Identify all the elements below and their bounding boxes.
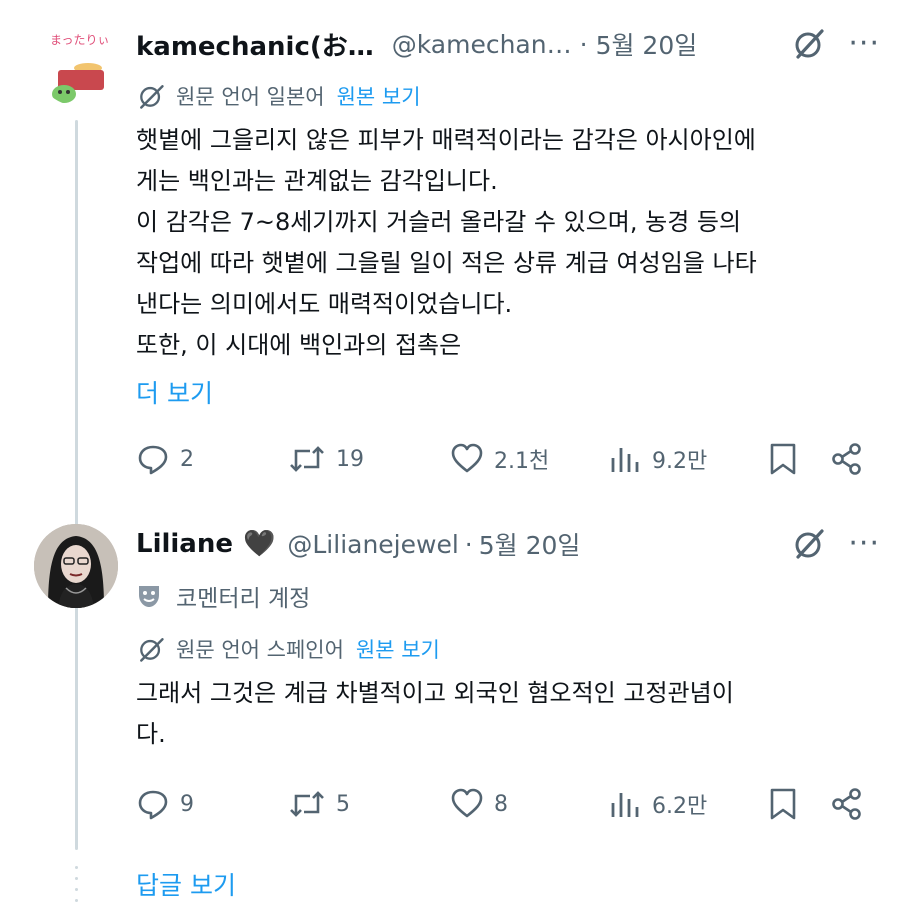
like-button[interactable]: 8 — [450, 784, 508, 824]
text-line: 게는 백인과는 관계없는 감각입니다. — [136, 167, 498, 195]
bookmark-button[interactable] — [768, 784, 808, 824]
like-button[interactable]: 2.1천 — [450, 439, 549, 479]
bookmark-icon — [770, 443, 796, 475]
avatar-illustration: まったりぃ — [36, 22, 120, 106]
share-icon — [832, 788, 861, 820]
show-original-link[interactable]: 원본 보기 — [337, 81, 421, 111]
share-button[interactable] — [830, 439, 874, 479]
author-handle[interactable]: @kamechan… — [392, 30, 572, 59]
thread-continuation-dots — [75, 866, 78, 910]
thread-line — [75, 120, 78, 850]
views-icon — [611, 793, 639, 817]
reply-count: 9 — [180, 791, 194, 817]
action-bar: 9 5 8 6.2만 — [136, 784, 866, 824]
slashed-circle-icon[interactable] — [792, 527, 826, 561]
translation-notice: 원문 언어 스페인어 원본 보기 — [136, 632, 440, 666]
repost-count: 19 — [336, 446, 364, 472]
text-line: 다. — [136, 720, 166, 748]
bookmark-icon — [770, 788, 796, 820]
like-count: 2.1천 — [494, 449, 550, 474]
share-icon — [832, 443, 861, 475]
author-name[interactable]: Liliane — [136, 529, 233, 559]
more-icon[interactable]: ··· — [848, 29, 880, 59]
avatar-photo — [34, 524, 118, 608]
translation-notice: 원문 언어 일본어 원본 보기 — [136, 79, 421, 113]
more-icon[interactable]: ··· — [848, 529, 880, 559]
translate-icon — [140, 638, 164, 662]
reply-icon — [138, 790, 168, 820]
repost-icon — [290, 446, 324, 472]
author-name[interactable]: kamechanic(お… — [136, 26, 374, 63]
views-button[interactable]: 6.2만 — [608, 784, 707, 824]
show-replies-link[interactable]: 답글 보기 — [136, 866, 236, 902]
text-line: 햇볕에 그을리지 않은 피부가 매력적이라는 감각은 아시아인에 — [136, 126, 756, 154]
action-bar: 2 19 2.1천 9.2만 — [136, 439, 866, 479]
tweet-header: kamechanic(お… @kamechan… · 5월 20일 ··· — [136, 24, 880, 64]
theater-mask-icon — [139, 586, 159, 607]
translation-language: 원문 언어 일본어 — [176, 85, 325, 109]
heart-icon — [451, 443, 483, 473]
view-count: 6.2만 — [652, 794, 708, 819]
repost-icon — [290, 791, 324, 817]
avatar-kamechanic[interactable]: まったりぃ — [36, 22, 120, 106]
like-count: 8 — [494, 791, 508, 817]
tweet-header: Liliane 🖤 @Lilianejewel · 5월 20일 ··· — [136, 524, 880, 564]
text-line: 이 감각은 7~8세기까지 거슬러 올라갈 수 있으며, 농경 등의 — [136, 208, 742, 236]
black-heart-emoji: 🖤 — [243, 529, 276, 559]
translate-icon — [140, 85, 164, 109]
view-count: 9.2만 — [652, 449, 708, 474]
show-more-link[interactable]: 더 보기 — [136, 374, 213, 410]
post-date[interactable]: 5월 20일 — [596, 26, 698, 62]
views-icon — [611, 448, 639, 472]
translation-language: 원문 언어 스페인어 — [176, 638, 344, 662]
commentary-text: 코멘터리 계정 — [176, 586, 311, 612]
reply-icon — [138, 445, 168, 475]
reply-button[interactable]: 9 — [136, 784, 194, 824]
avatar-liliane[interactable] — [34, 524, 118, 608]
post-date[interactable]: 5월 20일 — [479, 526, 581, 562]
tweet-text: 햇볕에 그을리지 않은 피부가 매력적이라는 감각은 아시아인에 게는 백인과는… — [136, 120, 757, 366]
separator-dot: · — [464, 529, 473, 559]
text-line: 작업에 따라 햇볕에 그을릴 일이 적은 상류 계급 여성임을 나타 — [136, 249, 757, 277]
repost-button[interactable]: 19 — [288, 439, 364, 479]
share-button[interactable] — [830, 784, 874, 824]
text-line: 또한, 이 시대에 백인과의 접촉은 — [136, 331, 462, 359]
svg-text:まったりぃ: まったりぃ — [50, 33, 110, 47]
author-handle[interactable]: @Lilianejewel — [287, 530, 458, 559]
separator-dot: · — [579, 29, 588, 59]
heart-icon — [451, 788, 483, 818]
repost-count: 5 — [336, 791, 350, 817]
repost-button[interactable]: 5 — [288, 784, 350, 824]
tweet-text: 그래서 그것은 계급 차별적이고 외국인 혐오적인 고정관념이 다. — [136, 673, 734, 755]
bookmark-button[interactable] — [768, 439, 808, 479]
slashed-circle-icon[interactable] — [792, 27, 826, 61]
reply-button[interactable]: 2 — [136, 439, 194, 479]
text-line: 그래서 그것은 계급 차별적이고 외국인 혐오적인 고정관념이 — [136, 679, 734, 707]
show-original-link[interactable]: 원본 보기 — [356, 634, 440, 664]
views-button[interactable]: 9.2만 — [608, 439, 707, 479]
commentary-account-label: 코멘터리 계정 — [136, 579, 310, 613]
text-line: 낸다는 의미에서도 매력적이었습니다. — [136, 290, 513, 318]
reply-count: 2 — [180, 446, 194, 472]
